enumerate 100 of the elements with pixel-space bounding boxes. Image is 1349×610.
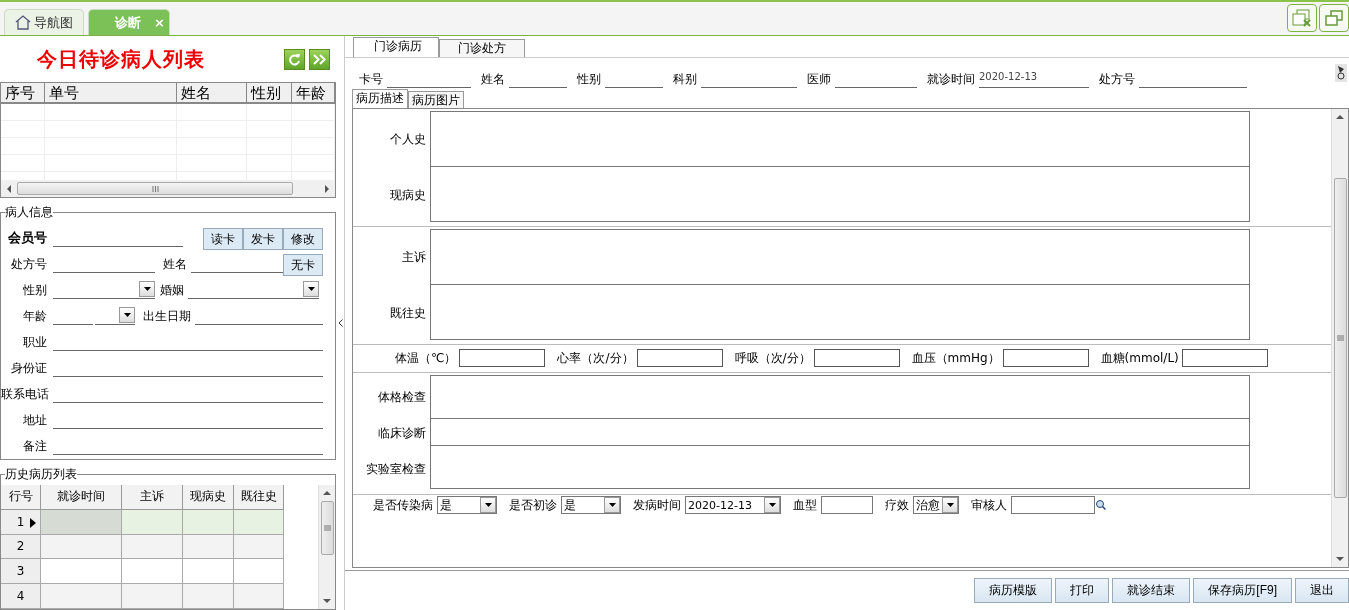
- column-header[interactable]: 性别: [247, 83, 292, 102]
- search-icon[interactable]: [1095, 499, 1107, 511]
- dropdown[interactable]: [53, 281, 155, 299]
- text-area[interactable]: [430, 445, 1250, 489]
- column-header[interactable]: 序号: [1, 83, 45, 102]
- card-button[interactable]: 修改: [283, 228, 323, 250]
- scroll-arrow-icon[interactable]: [323, 184, 331, 193]
- field-label: 联系电话: [1, 386, 50, 403]
- dropdown-button[interactable]: [119, 307, 135, 323]
- text-area[interactable]: [430, 418, 1250, 446]
- column-header[interactable]: 姓名: [177, 83, 247, 102]
- input-field[interactable]: [636, 349, 723, 367]
- action-button[interactable]: 保存病历[F9]: [1193, 578, 1292, 603]
- field-label: 疗效: [884, 496, 910, 514]
- column-header[interactable]: 年龄: [292, 83, 335, 102]
- field-label: 主诉: [401, 248, 427, 266]
- table-cell: [234, 534, 284, 560]
- action-button[interactable]: 就诊结束: [1112, 578, 1191, 603]
- scrollbar[interactable]: [1, 180, 335, 197]
- field-label: 呼吸（次/分）: [733, 349, 812, 367]
- field-label: 是否初诊: [508, 496, 558, 514]
- date-picker[interactable]: 2020-12-13: [685, 496, 781, 514]
- text-area[interactable]: [430, 375, 1250, 419]
- row-number: 4: [1, 584, 41, 609]
- action-button[interactable]: 打印: [1055, 578, 1110, 603]
- text-area[interactable]: [430, 229, 1250, 285]
- field-label: 备注: [22, 438, 48, 455]
- dropdown-button[interactable]: [480, 497, 496, 513]
- tab[interactable]: 门诊病历: [353, 37, 439, 57]
- forward-icon[interactable]: [309, 48, 330, 70]
- dropdown-button[interactable]: [942, 497, 958, 513]
- field-label: 身份证: [10, 360, 48, 377]
- row-number: 1: [1, 509, 41, 535]
- scroll-arrow-icon[interactable]: [5, 184, 13, 193]
- input-field[interactable]: [1002, 349, 1089, 367]
- field-label: 临床诊断: [377, 424, 427, 442]
- table-cell: [183, 509, 234, 535]
- refresh-icon[interactable]: [284, 48, 305, 70]
- grip-icon: [151, 185, 159, 192]
- dropdown[interactable]: 是: [561, 496, 621, 514]
- dropdown[interactable]: [188, 281, 319, 299]
- column-header[interactable]: 就诊时间: [41, 485, 122, 510]
- dropdown[interactable]: [95, 307, 135, 325]
- scroll-arrow-icon[interactable]: [1336, 555, 1344, 563]
- reader-icon[interactable]: [1335, 64, 1347, 82]
- dropdown-button[interactable]: [604, 497, 620, 513]
- text-area[interactable]: [430, 166, 1250, 222]
- column-header[interactable]: 行号: [1, 485, 41, 510]
- table-cell: [122, 509, 183, 535]
- field-label: 心率（次/分）: [556, 349, 635, 367]
- field-label: 年龄: [22, 308, 48, 325]
- text-area[interactable]: [430, 111, 1250, 167]
- field-label: 血压（mmHg）: [910, 349, 1001, 367]
- card-button[interactable]: 发卡: [243, 228, 283, 250]
- scrollbar[interactable]: [1331, 109, 1348, 567]
- scrollbar[interactable]: [318, 485, 335, 609]
- tab[interactable]: 病历图片: [408, 91, 464, 108]
- column-header[interactable]: 现病史: [183, 485, 234, 510]
- dropdown-button[interactable]: [139, 281, 155, 297]
- input-field[interactable]: [1181, 349, 1268, 367]
- dropdown[interactable]: 是: [437, 496, 497, 514]
- field-label: 性别: [577, 71, 601, 88]
- table-cell: [234, 509, 284, 535]
- field-label: 血糖(mmol/L): [1099, 349, 1180, 367]
- field-label: 地址: [22, 412, 48, 429]
- no-card-button[interactable]: 无卡: [283, 254, 323, 276]
- input-field[interactable]: [1011, 496, 1095, 514]
- field-label: 会员号: [7, 229, 48, 247]
- dropdown-button[interactable]: [303, 281, 319, 297]
- dropdown[interactable]: 治愈: [913, 496, 959, 514]
- field-label: 科别: [673, 71, 697, 88]
- tab[interactable]: 病历描述: [352, 89, 408, 108]
- field-label: 职业: [22, 334, 48, 351]
- scroll-arrow-icon[interactable]: [1336, 113, 1344, 121]
- scroll-arrow-icon[interactable]: [323, 489, 331, 497]
- input-field[interactable]: [459, 349, 546, 367]
- table-cell: [183, 584, 234, 609]
- card-button[interactable]: 读卡: [203, 228, 243, 250]
- field-label: 处方号: [10, 256, 48, 273]
- tab[interactable]: 门诊处方: [439, 39, 525, 57]
- table-cell: [122, 584, 183, 609]
- scroll-arrow-icon[interactable]: [323, 597, 331, 605]
- input-field[interactable]: 2020-12-13: [979, 72, 1089, 88]
- page-tab[interactable]: 导航图: [4, 9, 84, 35]
- field-label: 个人史: [389, 130, 427, 148]
- input-field[interactable]: [821, 496, 873, 514]
- caret-icon: [608, 503, 616, 507]
- action-button[interactable]: 退出: [1295, 578, 1349, 603]
- close-windows-icon[interactable]: [1287, 4, 1317, 32]
- group-title: 历史病历列表: [5, 466, 77, 483]
- field-label: 性别: [22, 282, 48, 299]
- dropdown-button[interactable]: [764, 497, 780, 513]
- field-label: 现病史: [389, 186, 427, 204]
- column-header[interactable]: 既往史: [234, 485, 284, 510]
- text-area[interactable]: [430, 284, 1250, 340]
- column-header[interactable]: 主诉: [122, 485, 183, 510]
- action-button[interactable]: 病历模版: [974, 578, 1053, 603]
- column-header[interactable]: 单号: [45, 83, 177, 102]
- input-field[interactable]: [813, 349, 900, 367]
- grip-icon: [1336, 335, 1344, 341]
